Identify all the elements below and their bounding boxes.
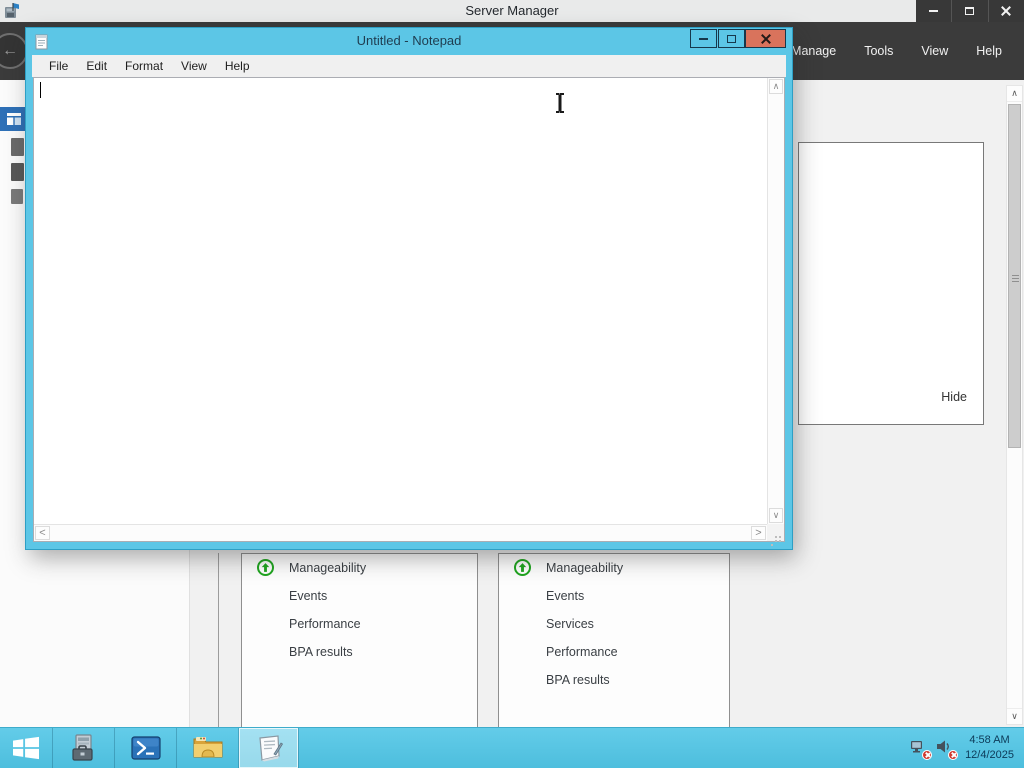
back-arrow-icon: ←: [2, 42, 18, 59]
tile-row-label: Events: [289, 589, 328, 603]
scroll-left-icon[interactable]: <: [35, 526, 50, 540]
clock-date: 12/4/2025: [965, 748, 1014, 761]
sidebar-item-local-server-icon[interactable]: [11, 138, 24, 156]
mouse-cursor-ibeam-icon: [556, 93, 564, 113]
tile-row-label: Performance: [289, 617, 361, 631]
status-up-arrow-icon: [514, 558, 533, 578]
sm-minimize-button[interactable]: [916, 0, 951, 22]
file-explorer-icon: [193, 737, 222, 758]
maximize-icon: [965, 7, 975, 15]
error-badge-icon: [948, 749, 959, 760]
scroll-right-icon[interactable]: >: [751, 526, 766, 540]
desktop: Server Manager ← Manage Tools View Help: [0, 0, 1024, 768]
notepad-minimize-button[interactable]: [690, 29, 717, 48]
notepad-text-region: ∧ ∨ < >: [33, 77, 785, 542]
notepad-maximize-button[interactable]: [718, 29, 745, 48]
menu-help[interactable]: Help: [962, 36, 1016, 66]
server-manager-title: Server Manager: [465, 3, 559, 18]
notepad-menu-format[interactable]: Format: [116, 56, 172, 77]
tile-row[interactable]: BPA results: [242, 638, 477, 666]
dashboard-tile-left: Manageability Events Performance BPA res…: [241, 553, 478, 727]
notepad-title: Untitled - Notepad: [356, 33, 462, 48]
tile-row-label: Events: [546, 589, 585, 603]
powershell-icon: [130, 736, 161, 760]
text-caret: [40, 82, 41, 98]
error-badge-icon: [922, 749, 933, 760]
status-up-arrow-icon: [257, 558, 276, 578]
tile-row[interactable]: Performance: [499, 638, 729, 666]
tile-row-label: BPA results: [289, 645, 353, 659]
tile-row[interactable]: Events: [242, 582, 477, 610]
notepad-text-input[interactable]: [34, 78, 767, 524]
tile-row-label: Services: [546, 617, 594, 631]
close-icon: [761, 34, 771, 44]
tile-row[interactable]: Services: [499, 610, 729, 638]
notepad-menubar: File Edit Format View Help: [32, 55, 786, 77]
server-manager-menu: Manage Tools View Help: [777, 22, 1016, 80]
server-manager-window-controls: [916, 0, 1024, 22]
taskbar-powershell-button[interactable]: [115, 728, 176, 768]
system-tray: 4:58 AM 12/4/2025: [909, 727, 1024, 768]
scroll-up-icon[interactable]: ∧: [769, 79, 783, 94]
sidebar-item-file-storage-icon[interactable]: [11, 189, 23, 204]
windows-logo-icon: [13, 736, 39, 760]
tile-row[interactable]: Manageability: [499, 554, 729, 582]
tile-row[interactable]: Performance: [242, 610, 477, 638]
tile-row[interactable]: BPA results: [499, 666, 729, 694]
notepad-menu-file[interactable]: File: [40, 56, 77, 77]
notepad-titlebar[interactable]: Untitled - Notepad: [26, 28, 792, 55]
minimize-icon: [699, 37, 708, 40]
tile-row-label: BPA results: [546, 673, 610, 687]
notepad-window: Untitled - Notepad File Edit Format View…: [26, 28, 792, 549]
tile-row[interactable]: Manageability: [242, 554, 477, 582]
notepad-menu-help[interactable]: Help: [216, 56, 259, 77]
notepad-icon: [258, 735, 283, 762]
notepad-menu-edit[interactable]: Edit: [77, 56, 116, 77]
server-manager-titlebar: Server Manager: [0, 0, 1024, 22]
resize-grip[interactable]: [767, 524, 784, 541]
scrollbar-thumb[interactable]: [1008, 104, 1021, 448]
taskbar-file-explorer-button[interactable]: [177, 728, 238, 768]
taskbar-notepad-button[interactable]: [239, 728, 298, 768]
taskbar-separator: [298, 728, 299, 768]
close-icon: [1001, 6, 1011, 16]
back-button[interactable]: ←: [0, 33, 28, 69]
menu-view[interactable]: View: [907, 36, 962, 66]
scroll-down-icon[interactable]: ∨: [1007, 708, 1022, 724]
start-button[interactable]: [0, 728, 52, 768]
notepad-close-button[interactable]: [745, 29, 786, 48]
minimize-icon: [929, 10, 939, 12]
taskbar-clock[interactable]: 4:58 AM 12/4/2025: [961, 733, 1024, 763]
tile-row-label: Manageability: [289, 561, 367, 575]
sm-vertical-scrollbar[interactable]: ∧ ∨: [1006, 85, 1023, 725]
hidden-tile-edge: [218, 553, 219, 727]
notepad-horizontal-scrollbar[interactable]: < >: [34, 524, 767, 541]
network-status-icon[interactable]: [909, 738, 933, 760]
tile-row-label: Manageability: [546, 561, 624, 575]
dashboard-tile-right: Manageability Events Services Performanc…: [498, 553, 730, 727]
notification-flyout: Hide: [798, 142, 984, 425]
tile-row[interactable]: Events: [499, 582, 729, 610]
sm-close-button[interactable]: [987, 0, 1024, 22]
server-manager-icon: [71, 734, 93, 761]
maximize-icon: [727, 34, 736, 43]
hide-button[interactable]: Hide: [941, 390, 967, 404]
sidebar-item-all-servers-icon[interactable]: [11, 163, 24, 181]
menu-tools[interactable]: Tools: [850, 36, 907, 66]
taskbar: [0, 727, 1024, 768]
tile-row-label: Performance: [546, 645, 618, 659]
notepad-menu-view[interactable]: View: [172, 56, 216, 77]
scroll-down-icon[interactable]: ∨: [769, 508, 783, 523]
clock-time: 4:58 AM: [969, 733, 1010, 746]
scroll-up-icon[interactable]: ∧: [1007, 86, 1022, 102]
volume-muted-icon[interactable]: [935, 738, 959, 760]
notepad-vertical-scrollbar[interactable]: ∧ ∨: [767, 78, 784, 524]
dashboard-icon: [7, 113, 21, 125]
sm-maximize-button[interactable]: [951, 0, 987, 22]
taskbar-server-manager-button[interactable]: [53, 728, 114, 768]
